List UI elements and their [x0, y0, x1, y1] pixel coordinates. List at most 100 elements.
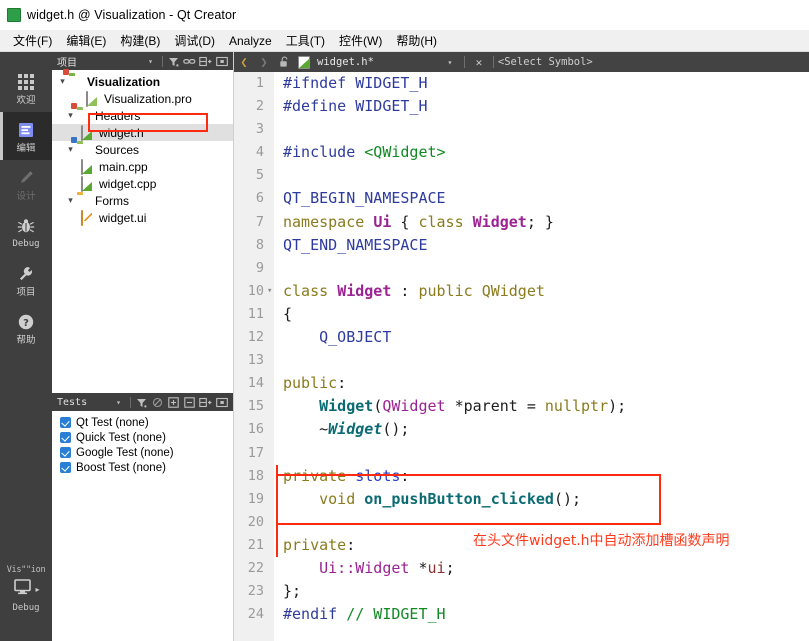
test-label: Google Test (none): [76, 446, 174, 459]
code-line[interactable]: 18 private slots:: [234, 464, 809, 488]
chevron-down-icon[interactable]: ▾: [64, 192, 77, 209]
menu-bar: 文件(F) 编辑(E) 构建(B) 调试(D) Analyze 工具(T) 控件…: [0, 30, 809, 52]
menu-window[interactable]: 控件(W): [332, 30, 389, 51]
menu-edit[interactable]: 编辑(E): [59, 30, 113, 51]
menu-tools[interactable]: 工具(T): [279, 30, 332, 51]
checkbox-checked-icon[interactable]: [60, 432, 71, 443]
tree-item-sources[interactable]: ▾ Sources: [52, 136, 233, 158]
chevron-down-icon[interactable]: ▾: [442, 54, 458, 70]
chevron-down-icon[interactable]: ▾: [111, 395, 126, 410]
code-line[interactable]: 8 QT_END_NAMESPACE: [234, 234, 809, 257]
header-file-icon: [81, 124, 95, 141]
link-sync-icon[interactable]: [182, 54, 197, 69]
menu-help[interactable]: 帮助(H): [389, 30, 444, 51]
menu-debug[interactable]: 调试(D): [167, 30, 222, 51]
code-line[interactable]: 3: [234, 118, 809, 141]
chevron-down-icon[interactable]: ▾: [64, 141, 77, 158]
tests-panel: Tests ▾ Qt Test (none) Quick Test (none)…: [52, 393, 234, 641]
menu-analyze[interactable]: Analyze: [222, 32, 279, 50]
test-row-quick-test[interactable]: Quick Test (none): [52, 430, 233, 445]
dock-icon[interactable]: [214, 395, 229, 410]
mode-label-help: 帮助: [16, 334, 36, 346]
filter-icon[interactable]: [134, 395, 149, 410]
expand-all-icon[interactable]: [166, 395, 181, 410]
tree-item-main-cpp[interactable]: main.cpp: [52, 158, 233, 175]
tree-item-forms[interactable]: ▾ Forms: [52, 192, 233, 209]
line-number: 7: [255, 213, 264, 230]
code-token: Widget: [319, 397, 374, 416]
code-line[interactable]: 4 #include <QWidget>: [234, 141, 809, 164]
code-line[interactable]: 15 Widget(QWidget *parent = nullptr);: [234, 395, 809, 418]
tree-item-visualization[interactable]: ▾ Visualization: [52, 68, 233, 90]
mode-button-help[interactable]: ? 帮助: [0, 304, 52, 352]
code-line[interactable]: 14 public:: [234, 372, 809, 395]
tree-label: Visualization: [87, 74, 161, 89]
mode-label-edit: 编辑: [16, 142, 36, 154]
code-line[interactable]: 23};: [234, 580, 809, 603]
tree-item-widget-ui[interactable]: widget.ui: [52, 209, 233, 226]
tree-item-visualization-pro[interactable]: Visualization.pro: [52, 90, 233, 107]
mode-button-edit[interactable]: 编辑: [0, 112, 52, 160]
mode-button-debug[interactable]: Debug: [0, 208, 52, 256]
kit-selector[interactable]: Vis""ion ▸ Debug: [0, 557, 52, 641]
code-line[interactable]: 24 #endif // WIDGET_H: [234, 603, 809, 626]
code-token: *: [409, 558, 428, 577]
editor-tab-filename[interactable]: widget.h*: [317, 56, 374, 68]
code-lines[interactable]: 1 #ifndef WIDGET_H 2 #define WIDGET_H 3 4 #inc…: [234, 72, 809, 641]
code-line[interactable]: 1 #ifndef WIDGET_H: [234, 72, 809, 95]
mode-button-design[interactable]: 设计: [0, 160, 52, 208]
toolbar-separator: [162, 55, 163, 67]
menu-file[interactable]: 文件(F): [6, 30, 59, 51]
line-number: 1: [255, 75, 264, 91]
code-line[interactable]: 7 namespace Ui { class Widget; }: [234, 211, 809, 234]
code-line[interactable]: 16 ~Widget();: [234, 418, 809, 441]
test-row-qt-test[interactable]: Qt Test (none): [52, 415, 233, 430]
code-line[interactable]: 10 ▾ class Widget : public QWidget: [234, 280, 809, 303]
fold-marker-icon[interactable]: ▾: [267, 280, 272, 303]
chevron-down-icon[interactable]: ▾: [143, 54, 158, 69]
code-editor[interactable]: 1 #ifndef WIDGET_H 2 #define WIDGET_H 3 4 #inc…: [234, 72, 809, 641]
checkbox-checked-icon[interactable]: [60, 462, 71, 473]
chevron-left-icon[interactable]: ❮: [236, 54, 252, 70]
menu-build[interactable]: 构建(B): [113, 30, 167, 51]
code-token: // WIDGET_H: [346, 605, 446, 624]
chevron-right-icon[interactable]: ❯: [256, 54, 272, 70]
sources-folder-icon: [71, 136, 91, 157]
code-line[interactable]: 12 Q_OBJECT: [234, 326, 809, 349]
code-line[interactable]: 5: [234, 164, 809, 187]
select-symbol-combo[interactable]: <Select Symbol>: [498, 56, 593, 68]
tree-item-widget-h[interactable]: widget.h: [52, 124, 233, 141]
close-icon[interactable]: ✕: [471, 54, 487, 70]
split-add-icon[interactable]: [198, 395, 213, 410]
code-token: QWidget: [382, 397, 446, 416]
split-add-icon[interactable]: [198, 54, 213, 69]
code-line[interactable]: 11 {: [234, 303, 809, 326]
chevron-down-icon[interactable]: ▾: [56, 73, 69, 90]
checkbox-checked-icon[interactable]: [60, 447, 71, 458]
mode-button-projects[interactable]: 项目: [0, 256, 52, 304]
test-row-google-test[interactable]: Google Test (none): [52, 445, 233, 460]
code-line[interactable]: 2 #define WIDGET_H: [234, 95, 809, 118]
code-line[interactable]: 19 void on_pushButton_clicked();: [234, 487, 809, 511]
code-line[interactable]: 17: [234, 442, 809, 465]
code-text: Widget(QWidget *parent = nullptr);: [283, 395, 626, 418]
code-line[interactable]: 6 QT_BEGIN_NAMESPACE: [234, 187, 809, 210]
filter-icon[interactable]: [166, 54, 181, 69]
mode-label-design: 设计: [16, 190, 36, 202]
code-token: #ifndef: [283, 74, 356, 92]
unlocked-icon[interactable]: [276, 54, 292, 70]
chevron-down-icon[interactable]: ▾: [64, 107, 77, 124]
tree-item-headers[interactable]: ▾ Headers: [52, 102, 233, 124]
mode-button-welcome[interactable]: 欢迎: [0, 64, 52, 112]
code-line[interactable]: 9: [234, 257, 809, 280]
no-scan-icon[interactable]: [150, 395, 165, 410]
test-row-boost-test[interactable]: Boost Test (none): [52, 460, 233, 475]
checkbox-checked-icon[interactable]: [60, 417, 71, 428]
tree-item-widget-cpp[interactable]: widget.cpp: [52, 175, 233, 192]
collapse-all-icon[interactable]: [182, 395, 197, 410]
code-line[interactable]: 22 Ui::Widget *ui;: [234, 557, 809, 580]
code-token: on_pushButton_clicked: [364, 489, 554, 508]
dock-icon[interactable]: [214, 54, 229, 69]
code-line[interactable]: 13: [234, 349, 809, 372]
